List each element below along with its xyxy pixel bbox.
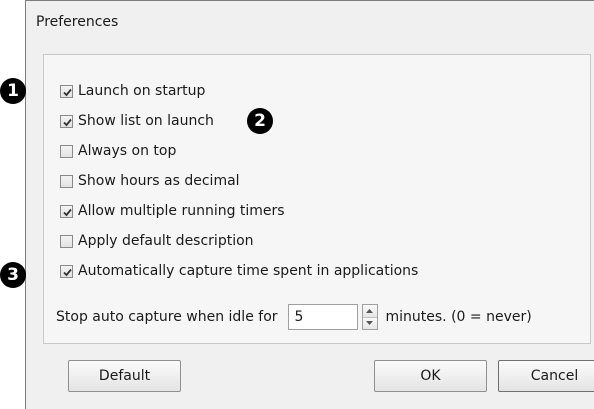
option-label: Launch on startup — [78, 83, 206, 99]
idle-suffix: minutes. (0 = never) — [385, 309, 532, 325]
apply-default-description-checkbox[interactable] — [60, 234, 73, 248]
screenshot-stage: Preferences Launch on startup Show list … — [0, 0, 594, 409]
option-label: Apply default description — [78, 233, 254, 249]
ok-button[interactable]: OK — [374, 360, 487, 392]
default-button[interactable]: Default — [68, 360, 181, 392]
option-show-hours-as-decimal[interactable]: Show hours as decimal — [60, 171, 240, 191]
idle-setting-row: Stop auto capture when idle for minutes.… — [56, 304, 532, 330]
checkmark-icon — [63, 88, 72, 96]
option-label: Automatically capture time spent in appl… — [78, 263, 419, 279]
idle-minutes-spinner[interactable] — [361, 304, 378, 330]
auto-capture-checkbox[interactable] — [60, 264, 73, 278]
spin-up-button[interactable] — [362, 305, 377, 318]
idle-minutes-input[interactable] — [287, 304, 358, 330]
option-label: Show hours as decimal — [78, 173, 240, 189]
preferences-dialog: Preferences Launch on startup Show list … — [25, 0, 594, 409]
idle-label: Stop auto capture when idle for — [56, 309, 278, 325]
cancel-button[interactable]: Cancel — [498, 360, 594, 392]
option-label: Always on top — [78, 143, 177, 159]
callout-marker-2: 2 — [247, 108, 273, 134]
option-apply-default-description[interactable]: Apply default description — [60, 231, 254, 251]
option-auto-capture[interactable]: Automatically capture time spent in appl… — [60, 261, 418, 281]
callout-marker-3: 3 — [0, 262, 26, 288]
spin-down-button[interactable] — [362, 317, 377, 329]
option-label: Show list on launch — [78, 113, 214, 129]
option-launch-on-startup[interactable]: Launch on startup — [60, 81, 205, 101]
title-bar: Preferences — [26, 1, 594, 42]
option-label: Allow multiple running timers — [78, 203, 285, 219]
option-always-on-top[interactable]: Always on top — [60, 141, 176, 161]
show-list-on-launch-checkbox[interactable] — [60, 114, 73, 128]
arrow-down-icon — [366, 321, 374, 326]
window-title: Preferences — [36, 14, 119, 30]
option-show-list-on-launch[interactable]: Show list on launch — [60, 111, 214, 131]
launch-on-startup-checkbox[interactable] — [60, 84, 73, 98]
checkmark-icon — [63, 118, 72, 126]
checkmark-icon — [63, 208, 72, 216]
always-on-top-checkbox[interactable] — [60, 144, 73, 158]
callout-marker-1: 1 — [0, 78, 26, 104]
allow-multiple-running-timers-checkbox[interactable] — [60, 204, 73, 218]
arrow-up-icon — [366, 308, 374, 313]
show-hours-as-decimal-checkbox[interactable] — [60, 174, 73, 188]
checkmark-icon — [63, 268, 72, 276]
option-allow-multiple-running-timers[interactable]: Allow multiple running timers — [60, 201, 285, 221]
